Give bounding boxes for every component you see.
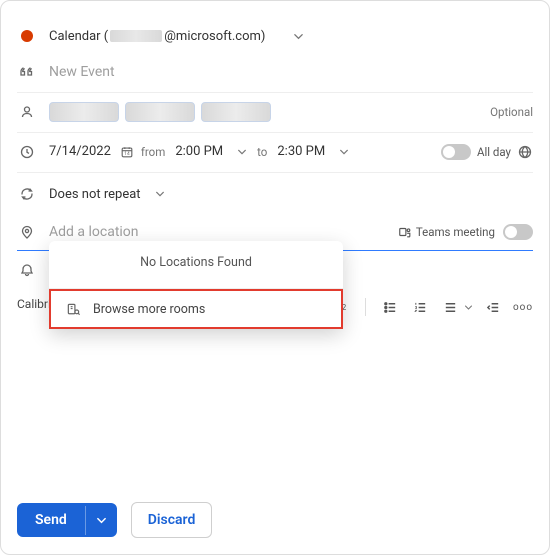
numbered-list-button[interactable] xyxy=(410,297,430,317)
chevron-down-icon xyxy=(155,189,165,199)
more-formatting-button[interactable]: ooo xyxy=(513,297,533,317)
divider xyxy=(365,298,366,316)
attendee-chip[interactable] xyxy=(201,102,271,122)
email-domain: @microsoft.com) xyxy=(164,29,265,44)
calendar-icon[interactable]: 14 xyxy=(119,144,135,160)
calendar-prefix: Calendar ( xyxy=(49,29,108,44)
all-day-label: All day xyxy=(477,145,511,159)
svg-text:14: 14 xyxy=(124,151,130,157)
align-button[interactable] xyxy=(440,297,460,317)
chevron-down-icon[interactable] xyxy=(464,303,473,312)
send-button-label: Send xyxy=(17,503,85,537)
end-time-value: 2:30 PM xyxy=(277,144,325,159)
calendar-color-dot xyxy=(17,30,37,42)
repeat-icon xyxy=(17,186,37,202)
attendee-chip[interactable] xyxy=(49,102,119,122)
room-search-icon xyxy=(65,301,81,317)
no-locations-label: No Locations Found xyxy=(49,241,343,288)
location-dropdown: No Locations Found Browse more rooms xyxy=(49,241,343,329)
chevron-down-icon xyxy=(339,147,349,157)
teams-meeting-label: Teams meeting xyxy=(398,225,495,239)
discard-button[interactable]: Discard xyxy=(131,502,213,538)
outdent-button[interactable] xyxy=(483,297,503,317)
email-redacted xyxy=(110,30,162,42)
teams-meeting-toggle[interactable] xyxy=(503,224,533,240)
browse-more-rooms-label: Browse more rooms xyxy=(93,302,205,317)
end-time-select[interactable]: 2:30 PM xyxy=(273,142,353,161)
from-label: from xyxy=(141,145,165,159)
calendar-selector[interactable]: Calendar ( @microsoft.com) xyxy=(49,29,265,44)
teams-meeting-text: Teams meeting xyxy=(416,225,495,239)
send-dropdown-button[interactable] xyxy=(85,506,117,535)
start-time-value: 2:00 PM xyxy=(175,144,223,159)
attendee-chip[interactable] xyxy=(125,102,195,122)
calendar-chevron-down-icon[interactable] xyxy=(293,31,304,42)
browse-more-rooms-button[interactable]: Browse more rooms xyxy=(49,289,343,329)
event-title-input[interactable]: New Event xyxy=(49,64,115,80)
location-input[interactable]: Add a location xyxy=(49,224,390,240)
recurrence-value: Does not repeat xyxy=(49,187,141,202)
location-icon xyxy=(17,224,37,240)
timezone-icon[interactable] xyxy=(517,144,533,160)
start-time-select[interactable]: 2:00 PM xyxy=(171,142,251,161)
to-label: to xyxy=(257,145,267,159)
attendee-chips[interactable] xyxy=(49,102,271,122)
reminder-icon xyxy=(17,262,37,278)
clock-icon xyxy=(17,144,37,160)
date-picker[interactable]: 7/14/2022 xyxy=(49,144,111,159)
format-toolbar: Calibri xyxy=(17,297,51,311)
recurrence-select[interactable]: Does not repeat xyxy=(49,187,165,202)
chevron-down-icon xyxy=(237,147,247,157)
font-family-select[interactable]: Calibri xyxy=(17,297,51,311)
send-split-button[interactable]: Send xyxy=(17,503,117,537)
attendees-icon xyxy=(17,104,37,120)
teams-icon xyxy=(398,225,412,239)
quote-icon xyxy=(17,64,37,80)
bulleted-list-button[interactable] xyxy=(380,297,400,317)
all-day-toggle[interactable] xyxy=(441,144,471,160)
optional-attendees-link[interactable]: Optional xyxy=(490,105,533,119)
